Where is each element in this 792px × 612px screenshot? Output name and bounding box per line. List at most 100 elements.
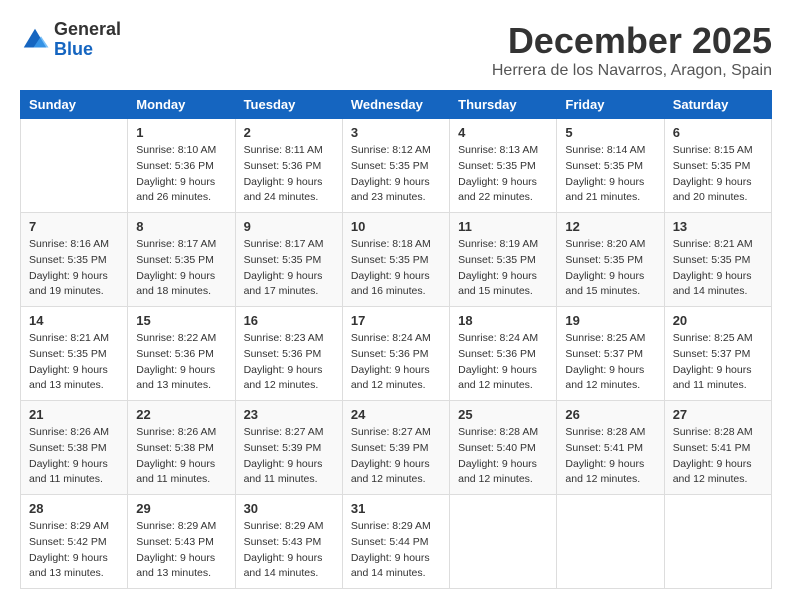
calendar-cell: 1 Sunrise: 8:10 AM Sunset: 5:36 PM Daylig… [128,119,235,213]
calendar-cell: 18 Sunrise: 8:24 AM Sunset: 5:36 PM Dayli… [450,307,557,401]
day-number: 27 [673,407,763,422]
calendar-cell: 21 Sunrise: 8:26 AM Sunset: 5:38 PM Dayli… [21,401,128,495]
day-number: 22 [136,407,226,422]
calendar-week-row: 7 Sunrise: 8:16 AM Sunset: 5:35 PM Daylig… [21,213,772,307]
day-info: Sunrise: 8:27 AM Sunset: 5:39 PM Dayligh… [244,425,334,488]
day-info: Sunrise: 8:28 AM Sunset: 5:40 PM Dayligh… [458,425,548,488]
logo-text: General Blue [54,20,121,60]
day-info: Sunrise: 8:19 AM Sunset: 5:35 PM Dayligh… [458,237,548,300]
day-number: 24 [351,407,441,422]
day-number: 14 [29,313,119,328]
day-info: Sunrise: 8:26 AM Sunset: 5:38 PM Dayligh… [29,425,119,488]
day-info: Sunrise: 8:21 AM Sunset: 5:35 PM Dayligh… [29,331,119,394]
logo: General Blue [20,20,121,60]
day-number: 6 [673,125,763,140]
calendar-week-row: 14 Sunrise: 8:21 AM Sunset: 5:35 PM Dayli… [21,307,772,401]
day-info: Sunrise: 8:21 AM Sunset: 5:35 PM Dayligh… [673,237,763,300]
calendar-cell: 8Sunrise: 8:17 AM Sunset: 5:35 PM Daylig… [128,213,235,307]
day-number: 18 [458,313,548,328]
calendar-cell: 6 Sunrise: 8:15 AM Sunset: 5:35 PM Daylig… [664,119,771,213]
calendar-table: SundayMondayTuesdayWednesdayThursdayFrid… [20,90,772,589]
day-number: 30 [244,501,334,516]
day-info: Sunrise: 8:17 AM Sunset: 5:35 PM Dayligh… [244,237,334,300]
page-header: General Blue December 2025 Herrera de lo… [20,20,772,80]
day-info: Sunrise: 8:16 AM Sunset: 5:35 PM Dayligh… [29,237,119,300]
calendar-cell: 15 Sunrise: 8:22 AM Sunset: 5:36 PM Dayli… [128,307,235,401]
day-of-week-header: Wednesday [342,91,449,119]
day-info: Sunrise: 8:14 AM Sunset: 5:35 PM Dayligh… [565,143,655,206]
day-info: Sunrise: 8:10 AM Sunset: 5:36 PM Dayligh… [136,143,226,206]
day-info: Sunrise: 8:28 AM Sunset: 5:41 PM Dayligh… [673,425,763,488]
day-info: Sunrise: 8:29 AM Sunset: 5:44 PM Dayligh… [351,519,441,582]
day-info: Sunrise: 8:15 AM Sunset: 5:35 PM Dayligh… [673,143,763,206]
day-number: 9 [244,219,334,234]
day-number: 28 [29,501,119,516]
calendar-cell: 7 Sunrise: 8:16 AM Sunset: 5:35 PM Daylig… [21,213,128,307]
calendar-cell: 9 Sunrise: 8:17 AM Sunset: 5:35 PM Daylig… [235,213,342,307]
calendar-cell: 19 Sunrise: 8:25 AM Sunset: 5:37 PM Dayli… [557,307,664,401]
calendar-cell: 30 Sunrise: 8:29 AM Sunset: 5:43 PM Dayli… [235,495,342,589]
title-block: December 2025 Herrera de los Navarros, A… [492,20,772,80]
day-number: 7 [29,219,119,234]
day-number: 3 [351,125,441,140]
calendar-cell: 29Sunrise: 8:29 AM Sunset: 5:43 PM Dayli… [128,495,235,589]
day-info: Sunrise: 8:25 AM Sunset: 5:37 PM Dayligh… [565,331,655,394]
calendar-cell [664,495,771,589]
calendar-cell: 26 Sunrise: 8:28 AM Sunset: 5:41 PM Dayli… [557,401,664,495]
calendar-cell [21,119,128,213]
day-number: 17 [351,313,441,328]
day-number: 21 [29,407,119,422]
day-info: Sunrise: 8:28 AM Sunset: 5:41 PM Dayligh… [565,425,655,488]
calendar-cell: 22Sunrise: 8:26 AM Sunset: 5:38 PM Dayli… [128,401,235,495]
logo-blue: Blue [54,40,121,60]
day-info: Sunrise: 8:18 AM Sunset: 5:35 PM Dayligh… [351,237,441,300]
day-info: Sunrise: 8:25 AM Sunset: 5:37 PM Dayligh… [673,331,763,394]
calendar-cell: 16Sunrise: 8:23 AM Sunset: 5:36 PM Dayli… [235,307,342,401]
day-info: Sunrise: 8:29 AM Sunset: 5:43 PM Dayligh… [244,519,334,582]
calendar-cell: 5Sunrise: 8:14 AM Sunset: 5:35 PM Daylig… [557,119,664,213]
day-info: Sunrise: 8:22 AM Sunset: 5:36 PM Dayligh… [136,331,226,394]
day-of-week-header: Friday [557,91,664,119]
day-of-week-header: Thursday [450,91,557,119]
day-number: 16 [244,313,334,328]
calendar-cell: 14 Sunrise: 8:21 AM Sunset: 5:35 PM Dayli… [21,307,128,401]
day-info: Sunrise: 8:20 AM Sunset: 5:35 PM Dayligh… [565,237,655,300]
day-of-week-header: Tuesday [235,91,342,119]
day-info: Sunrise: 8:12 AM Sunset: 5:35 PM Dayligh… [351,143,441,206]
day-info: Sunrise: 8:27 AM Sunset: 5:39 PM Dayligh… [351,425,441,488]
logo-general: General [54,20,121,40]
calendar-cell: 11Sunrise: 8:19 AM Sunset: 5:35 PM Dayli… [450,213,557,307]
day-number: 26 [565,407,655,422]
calendar-cell: 27 Sunrise: 8:28 AM Sunset: 5:41 PM Dayli… [664,401,771,495]
day-number: 25 [458,407,548,422]
day-number: 15 [136,313,226,328]
calendar-week-row: 21 Sunrise: 8:26 AM Sunset: 5:38 PM Dayli… [21,401,772,495]
calendar-cell: 23Sunrise: 8:27 AM Sunset: 5:39 PM Dayli… [235,401,342,495]
calendar-body: 1 Sunrise: 8:10 AM Sunset: 5:36 PM Daylig… [21,119,772,589]
day-info: Sunrise: 8:11 AM Sunset: 5:36 PM Dayligh… [244,143,334,206]
day-info: Sunrise: 8:13 AM Sunset: 5:35 PM Dayligh… [458,143,548,206]
calendar-cell: 12Sunrise: 8:20 AM Sunset: 5:35 PM Dayli… [557,213,664,307]
day-of-week-header: Sunday [21,91,128,119]
day-of-week-header: Saturday [664,91,771,119]
calendar-cell: 28 Sunrise: 8:29 AM Sunset: 5:42 PM Dayli… [21,495,128,589]
calendar-header: SundayMondayTuesdayWednesdayThursdayFrid… [21,91,772,119]
header-row: SundayMondayTuesdayWednesdayThursdayFrid… [21,91,772,119]
calendar-cell [450,495,557,589]
calendar-cell: 4Sunrise: 8:13 AM Sunset: 5:35 PM Daylig… [450,119,557,213]
day-number: 31 [351,501,441,516]
calendar-cell: 31 Sunrise: 8:29 AM Sunset: 5:44 PM Dayli… [342,495,449,589]
day-info: Sunrise: 8:24 AM Sunset: 5:36 PM Dayligh… [351,331,441,394]
day-number: 1 [136,125,226,140]
day-number: 19 [565,313,655,328]
calendar-cell: 2Sunrise: 8:11 AM Sunset: 5:36 PM Daylig… [235,119,342,213]
day-info: Sunrise: 8:24 AM Sunset: 5:36 PM Dayligh… [458,331,548,394]
calendar-cell: 3 Sunrise: 8:12 AM Sunset: 5:35 PM Daylig… [342,119,449,213]
calendar-cell: 13Sunrise: 8:21 AM Sunset: 5:35 PM Dayli… [664,213,771,307]
month-title: December 2025 [492,20,772,62]
day-info: Sunrise: 8:29 AM Sunset: 5:42 PM Dayligh… [29,519,119,582]
day-info: Sunrise: 8:17 AM Sunset: 5:35 PM Dayligh… [136,237,226,300]
calendar-cell: 25 Sunrise: 8:28 AM Sunset: 5:40 PM Dayli… [450,401,557,495]
day-number: 20 [673,313,763,328]
day-number: 10 [351,219,441,234]
